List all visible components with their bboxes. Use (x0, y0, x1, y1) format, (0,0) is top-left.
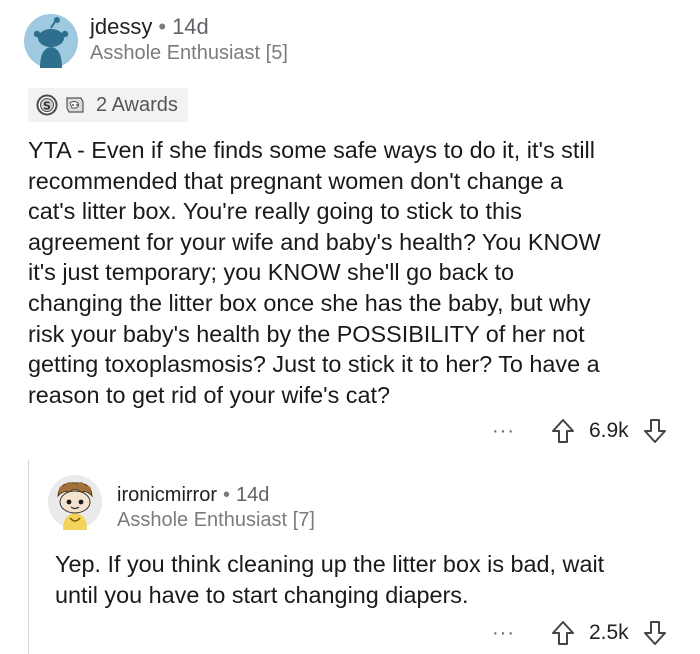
helpful-award-icon (66, 97, 84, 113)
upvote-arrow-icon[interactable] (551, 418, 575, 444)
comment-timestamp[interactable]: 14d (236, 484, 269, 506)
comment-timestamp[interactable]: 14d (172, 14, 209, 39)
awards-count-label: 2 Awards (96, 93, 178, 116)
upvote-arrow-icon[interactable] (551, 620, 575, 646)
comment-body-line: cat's litter box. You're really going to… (28, 198, 522, 225)
comment-body-line: recommended that pregnant women don't ch… (28, 167, 564, 194)
more-options-icon[interactable]: ··· (492, 622, 515, 645)
svg-text:S: S (43, 100, 51, 113)
meta-separator: • (158, 14, 167, 39)
username[interactable]: ironicmirror (117, 484, 217, 506)
vote-score: 2.5k (588, 621, 629, 644)
comment-body-line: Yep. If you think cleaning up the litter… (55, 551, 605, 577)
user-avatar-icon[interactable] (47, 474, 103, 530)
vote-score: 6.9k (588, 419, 629, 442)
awards-badge[interactable]: S 2 Awards (28, 88, 188, 122)
comment-body-line: until you have to start changing diapers… (55, 581, 469, 608)
comment-body-line: getting toxoplasmosis? Just to stick it … (28, 351, 600, 378)
silver-award-icon: S (36, 94, 58, 116)
more-options-icon[interactable]: ··· (492, 420, 515, 443)
comment-body: Yep. If you think cleaning up the litter… (55, 549, 604, 610)
user-avatar-icon[interactable] (24, 14, 78, 68)
comment-body-line: changing the litter box once she has the… (28, 289, 591, 316)
comment-body: YTA - Even if she finds some safe ways t… (28, 135, 601, 410)
comment-body-line: YTA - Even if she finds some safe ways t… (28, 137, 595, 163)
user-flair: Asshole Enthusiast [7] (117, 509, 315, 531)
comment-actions: ··· 6.9k (492, 416, 667, 446)
comment-body-line: risk your baby's health by the POSSIBILI… (28, 320, 585, 347)
user-flair: Asshole Enthusiast [5] (90, 42, 288, 64)
username[interactable]: jdessy (90, 14, 152, 39)
thread-line[interactable] (28, 460, 29, 654)
comment-body-line: agreement for your wife and baby's healt… (28, 228, 601, 255)
comment-username-row: jdessy • 14d (90, 14, 209, 40)
comment-username-row: ironicmirror • 14d (117, 484, 269, 507)
meta-separator: • (223, 484, 231, 506)
comment-actions: ··· 2.5k (492, 618, 667, 648)
comment-body-line: it's just temporary; you KNOW she'll go … (28, 259, 515, 286)
downvote-arrow-icon[interactable] (643, 620, 667, 646)
downvote-arrow-icon[interactable] (643, 418, 667, 444)
comment-body-line: reason to get rid of your wife's cat? (28, 381, 391, 408)
